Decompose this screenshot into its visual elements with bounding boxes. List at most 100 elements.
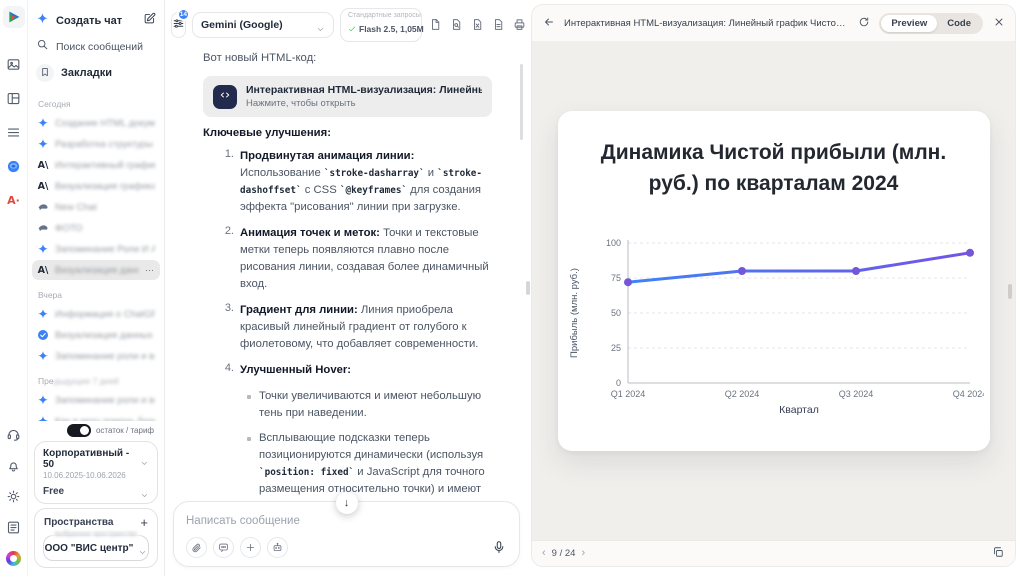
file-lines-icon[interactable] xyxy=(491,18,505,32)
panel-edge-handle[interactable] xyxy=(1008,284,1012,299)
chat-list-item[interactable]: A\Интерактивный график исто xyxy=(32,155,160,175)
chat-item-title: Как я могу помочь бизнесу xyxy=(55,416,155,422)
close-icon[interactable] xyxy=(991,16,1006,31)
tab-code[interactable]: Code xyxy=(937,15,981,32)
message-intro: Вот новый HTML-код: xyxy=(203,50,492,67)
chat-list-item[interactable]: Разработка структуры HTML xyxy=(32,134,160,154)
list-number: 3. xyxy=(221,302,234,353)
svg-text:25: 25 xyxy=(610,343,620,353)
chat-list-item[interactable]: Как я могу помочь бизнесу xyxy=(32,411,160,421)
plan-selector[interactable]: Корпоративный - 50 xyxy=(43,448,149,470)
next-page-button[interactable]: › xyxy=(581,548,585,559)
chat-history-list: СегодняСоздание HTML документаРазработка… xyxy=(28,90,164,421)
list-item-text: Градиент для линии: Линия приобрела крас… xyxy=(240,302,492,353)
sphere-icon[interactable] xyxy=(4,156,24,176)
app-root: A· Создать чат Поиск сообщений Закладки … xyxy=(0,0,1024,576)
prompts-icon[interactable] xyxy=(213,537,234,558)
board-icon[interactable] xyxy=(4,88,24,108)
chat-list-item[interactable]: Создание HTML документа xyxy=(32,113,160,133)
chat-list-item[interactable]: Информация о ChatGPT 5 и xyxy=(32,304,160,324)
list-item: 1.Продвинутая анимация линии: Использова… xyxy=(221,148,492,216)
sparkle-icon xyxy=(37,394,49,406)
sparkle-icon xyxy=(37,243,49,255)
artifact-panel: Интерактивная HTML-визуализация: Линейны… xyxy=(528,0,1024,576)
bookmarks-label: Закладки xyxy=(61,67,112,79)
chat-list-item[interactable]: ФОТО xyxy=(32,218,160,238)
compose-icon[interactable] xyxy=(143,12,156,30)
list-icon[interactable] xyxy=(4,122,24,142)
news-icon[interactable] xyxy=(4,517,24,537)
check-icon xyxy=(348,20,356,38)
whale-icon xyxy=(37,201,49,213)
chat-list-item[interactable]: Запоминание роли и внешн xyxy=(32,390,160,410)
logo-icon[interactable] xyxy=(3,6,25,28)
chat-list-item[interactable]: Запоминание роли и внешн xyxy=(32,346,160,366)
html-artifact-card[interactable]: Интерактивная HTML-визуализация: Линейны… xyxy=(203,76,492,117)
add-icon[interactable] xyxy=(240,537,261,558)
tier-selector[interactable]: Free xyxy=(43,486,149,497)
chat-list-item[interactable]: Запоминание Роли И Анализ xyxy=(32,239,160,259)
search-messages-button[interactable]: Поиск сообщений xyxy=(28,34,164,60)
svg-text:100: 100 xyxy=(605,238,620,248)
chat-item-title: Визуализация данных для к xyxy=(55,330,155,341)
spaces-card: Пространства + выбранное пространство ОО… xyxy=(34,508,158,568)
notifications-icon[interactable] xyxy=(4,455,24,475)
attach-icon[interactable] xyxy=(186,537,207,558)
artifact-panel-title: Интерактивная HTML-визуализация: Линейны… xyxy=(564,18,848,29)
chat-list-item[interactable]: Визуализация данных для к xyxy=(32,325,160,345)
standard-requests-box[interactable]: Стандартные запросы Flash 2.5, 1,05M xyxy=(340,8,422,42)
mic-icon[interactable] xyxy=(491,540,507,556)
model-settings-button[interactable]: 14 xyxy=(171,12,186,38)
chat-scrollbar[interactable] xyxy=(520,64,523,140)
usage-toggle[interactable] xyxy=(67,424,91,437)
theme-icon[interactable] xyxy=(4,486,24,506)
tier-name: Free xyxy=(43,486,64,497)
list-item-text: Продвинутая анимация линии: Использовани… xyxy=(240,148,492,216)
community-icon[interactable] xyxy=(4,548,24,568)
bot-icon[interactable] xyxy=(267,537,288,558)
file-xls-icon[interactable] xyxy=(470,18,484,32)
chat-list-item[interactable]: A\Визуализация графика с изм xyxy=(32,176,160,196)
back-button[interactable] xyxy=(541,16,556,31)
copy-artifact-button[interactable] xyxy=(990,546,1005,561)
file-icon[interactable] xyxy=(428,18,442,32)
space-selector[interactable]: выбранное пространство ООО "ВИС центр" xyxy=(43,535,149,561)
panel-resize-handle[interactable] xyxy=(526,281,530,295)
chat-item-menu-icon[interactable]: ⋯ xyxy=(145,265,155,276)
rail-bottom-icons xyxy=(4,424,24,568)
chat-item-title: Информация о ChatGPT 5 и xyxy=(55,309,155,320)
sub-list-item: Всплывающие подсказки теперь позициониру… xyxy=(247,430,492,497)
search-icon xyxy=(36,38,49,56)
list-number: 2. xyxy=(221,225,234,293)
chat-list-item[interactable]: A\Визуализация данных у⋯ xyxy=(32,260,160,280)
message-input[interactable] xyxy=(186,515,507,527)
gallery-icon[interactable] xyxy=(4,54,24,74)
assistant-a-icon[interactable]: A· xyxy=(4,190,24,210)
model-info: Flash 2.5, 1,05M xyxy=(359,24,424,34)
add-space-button[interactable]: + xyxy=(140,516,148,529)
support-icon[interactable] xyxy=(4,424,24,444)
svg-text:75: 75 xyxy=(610,273,620,283)
refresh-button[interactable] xyxy=(856,16,871,31)
new-chat-button[interactable]: Создать чат xyxy=(28,8,164,34)
chat-item-title: Запоминание роли и внешн xyxy=(55,395,155,406)
message-heading: Ключевые улучшения: xyxy=(203,127,492,139)
printer-icon[interactable] xyxy=(512,18,526,32)
model-selector[interactable]: Gemini (Google) xyxy=(192,12,334,38)
anthropic-icon: A\ xyxy=(37,180,49,192)
chat-list-item[interactable]: New Chat xyxy=(32,197,160,217)
settings-badge: 14 xyxy=(177,8,190,21)
new-chat-label: Создать чат xyxy=(56,15,122,27)
chat-sidebar: Создать чат Поиск сообщений Закладки Сег… xyxy=(28,0,165,576)
prev-page-button[interactable]: ‹ xyxy=(542,548,546,559)
tab-preview[interactable]: Preview xyxy=(881,15,937,32)
chart-title: Динамика Чистой прибыли (млн. руб.) по к… xyxy=(589,137,959,199)
whale-icon xyxy=(37,222,49,234)
list-item-text: Анимация точек и меток: Точки и текстовы… xyxy=(240,225,492,293)
scroll-to-bottom-button[interactable]: ↓ xyxy=(336,492,358,514)
bookmarks-button[interactable]: Закладки xyxy=(28,60,164,86)
chat-topbar: 14 Gemini (Google) Стандартные запросы F… xyxy=(165,0,528,48)
chat-column: 14 Gemini (Google) Стандартные запросы F… xyxy=(165,0,528,576)
file-search-icon[interactable] xyxy=(449,18,463,32)
section-label: Вчера xyxy=(28,281,164,303)
